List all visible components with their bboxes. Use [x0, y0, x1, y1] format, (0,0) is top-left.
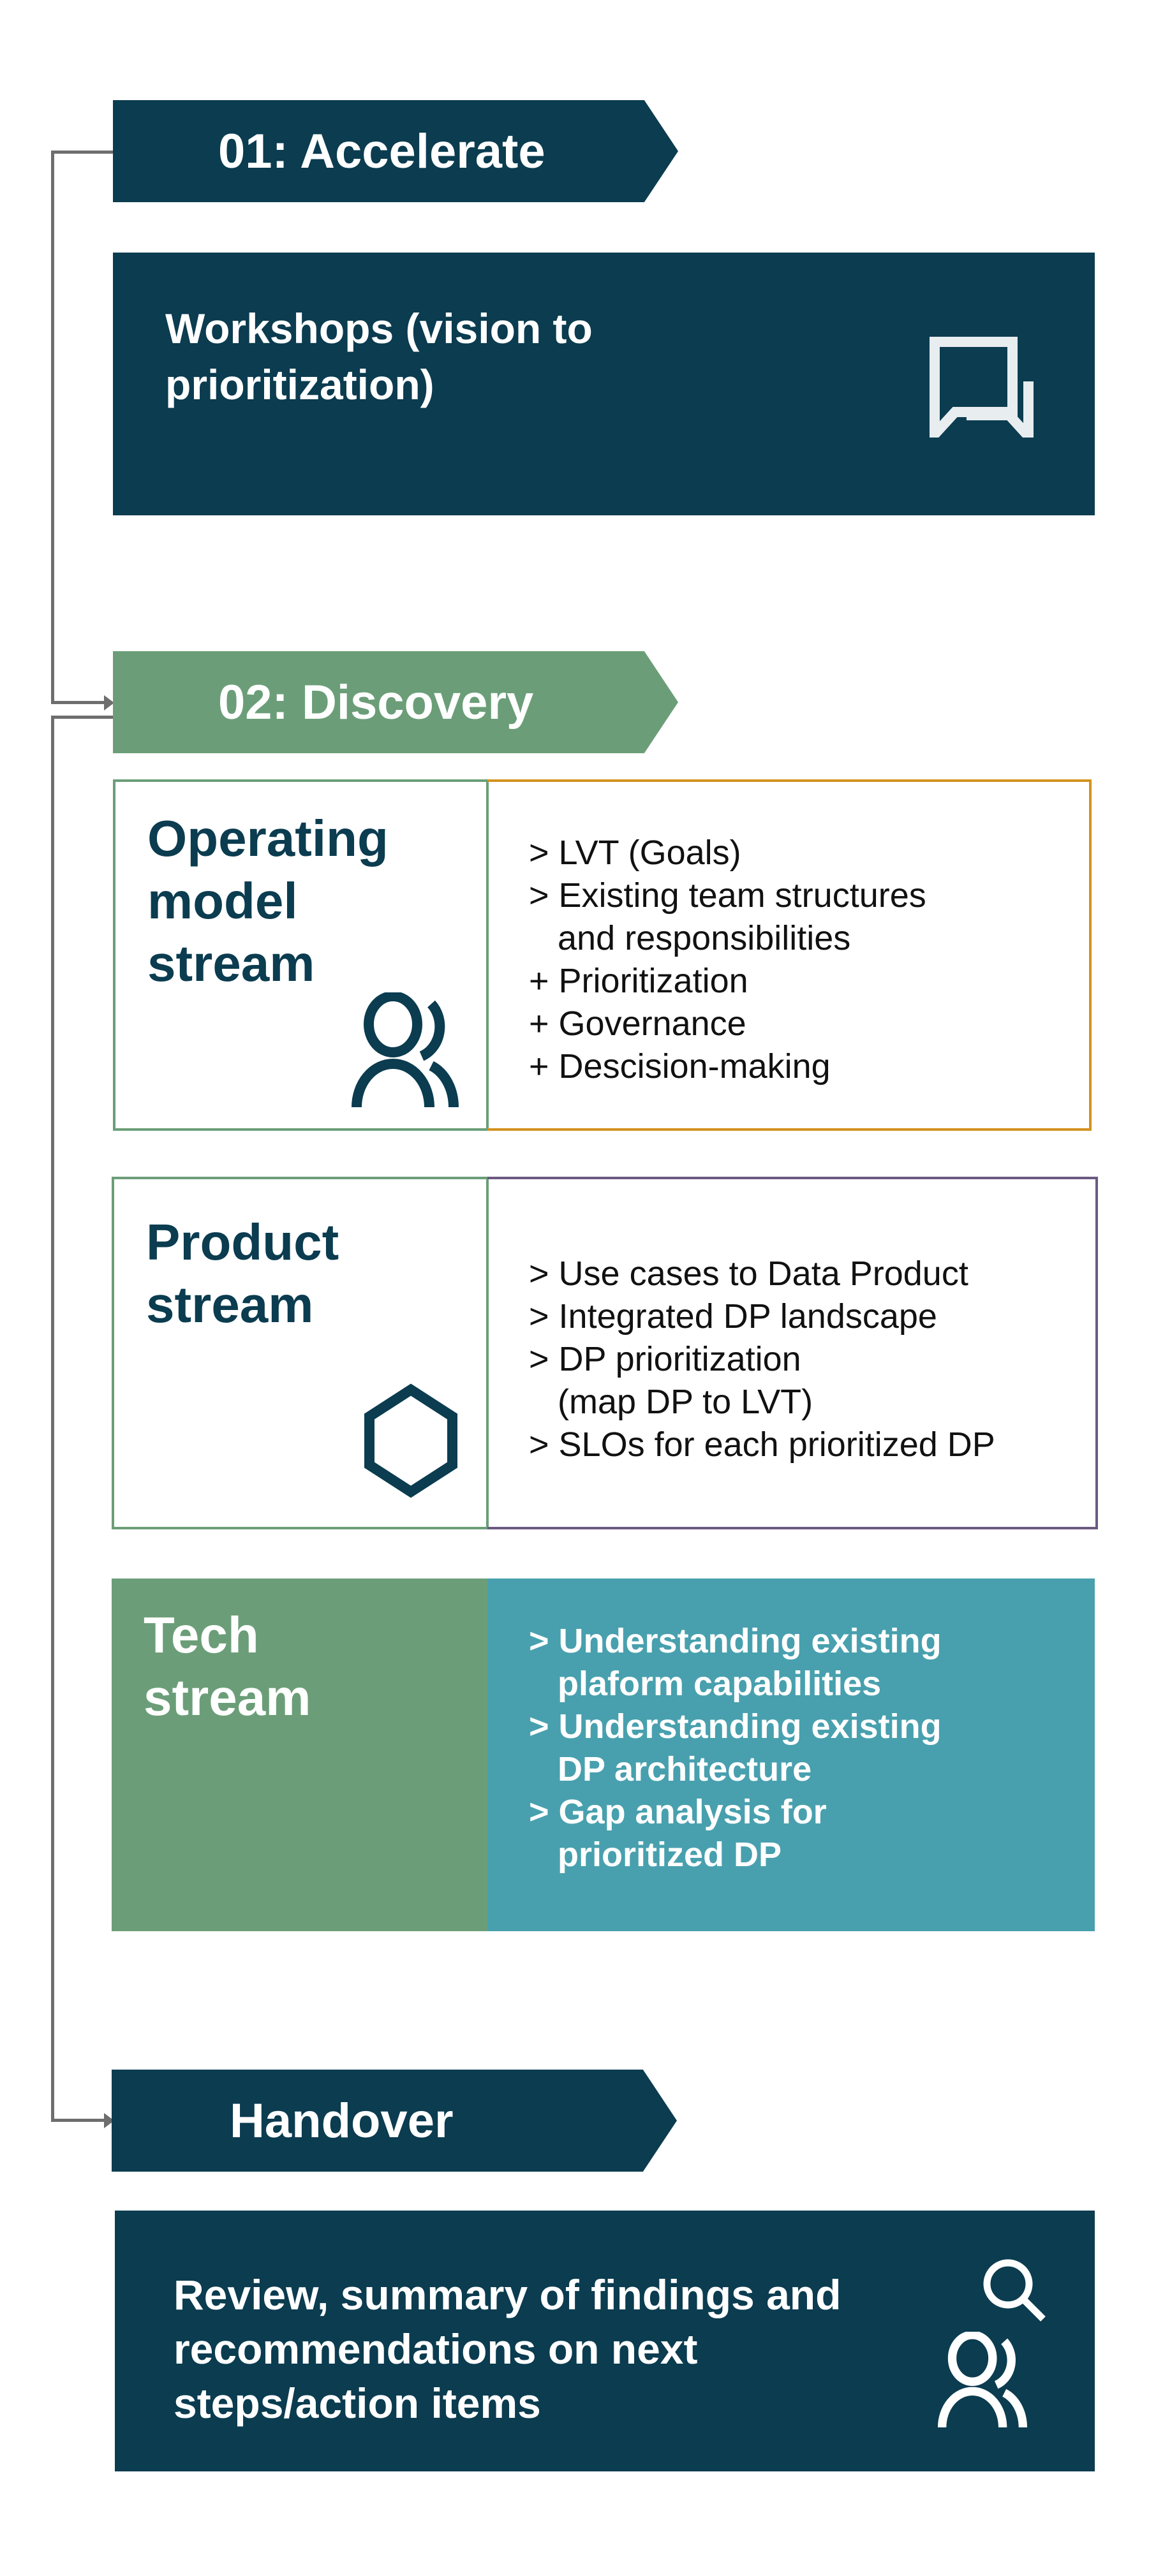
stream-title: Operating model stream [147, 810, 389, 992]
stream-tech: Tech stream [112, 1579, 489, 1931]
stream-operating-model: Operating model stream [113, 779, 489, 1131]
list-item: + Descision-making [529, 1047, 831, 1086]
phase-banner-discovery: 02: Discovery [113, 651, 678, 753]
search-icon [983, 2259, 1046, 2322]
phase-banner-handover: Handover [112, 2070, 677, 2172]
phase-label: 02: Discovery [218, 675, 534, 730]
users-icon [352, 992, 459, 1107]
list-item: > Understanding existing [529, 1707, 942, 1746]
stream-product: Product stream [112, 1177, 489, 1529]
stream-tech-details: > Understanding existing plaform capabil… [487, 1579, 1095, 1931]
list-item: plaform capabilities [529, 1665, 882, 1703]
hexagon-icon [364, 1383, 457, 1498]
connector-line [51, 151, 113, 154]
arrow-head-icon [104, 695, 114, 710]
connector-line [51, 2119, 105, 2122]
connector-line [51, 716, 113, 719]
list-item: + Governance [529, 1005, 746, 1043]
list-item: > Integrated DP landscape [529, 1297, 937, 1336]
phase-label: Handover [230, 2093, 454, 2148]
list-item: > Understanding existing [529, 1622, 942, 1660]
chat-bubbles-icon [930, 337, 1034, 438]
accelerate-box-text: Workshops (vision to prioritization) [165, 305, 593, 408]
list-item: > SLOs for each prioritized DP [529, 1425, 995, 1464]
handover-box-text: Review, summary of findings and recommen… [174, 2271, 841, 2427]
connector-line [51, 151, 54, 703]
stream-title: Tech stream [144, 1607, 311, 1726]
stream-product-details: > Use cases to Data Product > Integrated… [487, 1177, 1098, 1529]
list-item: > Existing team structures [529, 876, 926, 915]
phase-label: 01: Accelerate [218, 124, 545, 179]
list-item: > DP prioritization [529, 1340, 801, 1378]
item-list: > Use cases to Data Product > Integrated… [529, 1253, 995, 1466]
connector-line [51, 701, 105, 704]
handover-box: Review, summary of findings and recommen… [115, 2211, 1095, 2471]
users-icon [938, 2332, 1027, 2427]
connector-line [51, 716, 54, 2121]
list-item: > Use cases to Data Product [529, 1255, 968, 1293]
accelerate-box: Workshops (vision to prioritization) [113, 253, 1095, 515]
list-item: and responsibilities [529, 919, 851, 957]
list-item: > LVT (Goals) [529, 834, 741, 872]
list-item: DP architecture [529, 1750, 812, 1788]
list-item: (map DP to LVT) [529, 1383, 813, 1421]
list-item: prioritized DP [529, 1836, 782, 1874]
list-item: + Prioritization [529, 962, 748, 1000]
stream-operating-model-details: > LVT (Goals) > Existing team structures… [487, 779, 1092, 1131]
item-list: > Understanding existing plaform capabil… [529, 1620, 942, 1876]
list-item: > Gap analysis for [529, 1793, 827, 1831]
stream-title: Product stream [146, 1214, 339, 1333]
phase-banner-accelerate: 01: Accelerate [113, 100, 678, 202]
item-list: > LVT (Goals) > Existing team structures… [529, 832, 926, 1088]
